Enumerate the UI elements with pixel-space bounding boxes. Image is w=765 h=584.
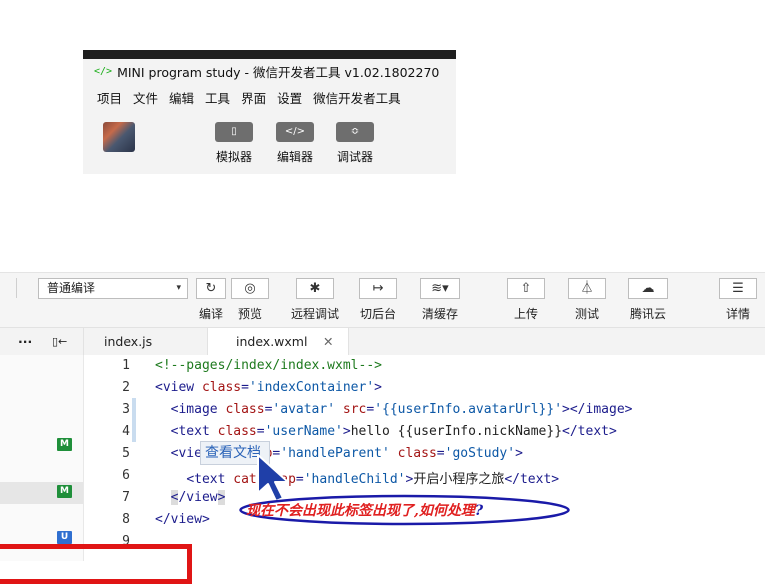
- upload-label: 上传: [513, 307, 538, 321]
- debugger-label: 调试器: [336, 150, 373, 164]
- line-number: 8: [122, 512, 130, 527]
- sliders-icon: ≎: [336, 122, 374, 142]
- tab-index-js[interactable]: index.js: [104, 328, 152, 355]
- remote-debug-button[interactable]: ✱: [296, 278, 334, 299]
- tab-index-wxml-label: index.wxml: [236, 334, 308, 349]
- git-change-gutter: [132, 398, 136, 442]
- line-number: 2: [122, 380, 130, 395]
- layers-icon: ≋▾: [431, 281, 449, 296]
- menu-settings[interactable]: 设置: [277, 88, 302, 107]
- collapse-sidebar-icon[interactable]: ▯←: [52, 328, 67, 355]
- menu-edit[interactable]: 编辑: [169, 88, 194, 107]
- chevron-down-icon: ▾: [176, 283, 181, 293]
- editor-label: 编辑器: [276, 150, 313, 164]
- menu-project[interactable]: 项目: [97, 88, 122, 107]
- details-label: 详情: [725, 307, 750, 321]
- avatar[interactable]: [103, 122, 135, 152]
- simulator-label: 模拟器: [215, 150, 252, 164]
- line-number: 7: [122, 490, 130, 505]
- untracked-badge: U: [57, 531, 72, 544]
- highlight-box: [0, 544, 192, 584]
- background-label: 切后台: [359, 307, 396, 321]
- modified-badge: M: [57, 485, 72, 498]
- clear-cache-label: 清缓存: [421, 307, 458, 321]
- close-icon[interactable]: ✕: [323, 328, 333, 355]
- tab-divider: [83, 328, 84, 355]
- code-line: <!--pages/index/index.wxml-->: [155, 358, 382, 373]
- menu-wechat-devtools[interactable]: 微信开发者工具: [313, 88, 401, 107]
- line-number: 4: [122, 424, 130, 439]
- bug-icon: ✱: [309, 281, 321, 296]
- more-icon[interactable]: ···: [18, 328, 32, 355]
- code-line: <text class='userName'>hello {{userInfo.…: [170, 424, 617, 439]
- code-line: <text catchtap='handleChild'>开启小程序之旅</te…: [186, 472, 560, 487]
- background-button[interactable]: ↦: [359, 278, 397, 299]
- menu-icon: ☰: [732, 281, 744, 296]
- clear-cache-button[interactable]: ≋▾: [420, 278, 460, 299]
- remote-debug-label: 远程调试: [290, 307, 339, 321]
- phone-icon: ▯: [215, 122, 253, 142]
- window-titlebar: </> MINI program study - 微信开发者工具 v1.02.1…: [83, 59, 456, 84]
- compile-mode-value: 普通编译: [47, 281, 96, 295]
- upload-button[interactable]: ⇧: [507, 278, 545, 299]
- simulator-toggle[interactable]: ▯ 模拟器: [206, 122, 262, 165]
- editor-tabs-bar: ··· ▯← index.js index.wxml ✕: [0, 327, 765, 356]
- details-button[interactable]: ☰: [719, 278, 757, 299]
- annotation-text: 现在不会出现此标签出现了,如何处理?: [246, 500, 483, 520]
- inset-screenshot: ── ─── ─ ─── ─── ─── ── ─── ── </> MINI …: [83, 50, 456, 174]
- line-number: 6: [122, 468, 130, 483]
- toolbar-divider: [16, 278, 17, 298]
- upload-icon: ⇧: [520, 281, 532, 296]
- code-line: <view class='indexContainer'>: [155, 380, 382, 395]
- compile-button[interactable]: ↻: [196, 278, 226, 299]
- window-cut-strip: ── ─── ─ ─── ─── ─── ── ─── ──: [83, 50, 456, 59]
- preview-button[interactable]: ◎: [231, 278, 269, 299]
- tooltip-label: 查看文档: [205, 445, 261, 461]
- tencent-cloud-button[interactable]: ☁: [628, 278, 668, 299]
- eye-icon: ◎: [244, 281, 256, 296]
- test-label: 测试: [574, 307, 599, 321]
- cloud-icon: ☁: [641, 281, 655, 296]
- menu-file[interactable]: 文件: [133, 88, 158, 107]
- line-number: 3: [122, 402, 130, 417]
- modified-badge: M: [57, 438, 72, 451]
- annotation-message: 现在不会出现此标签出现了,如何处理: [246, 503, 475, 519]
- test-button[interactable]: ⏃: [568, 278, 606, 299]
- menu-bar: 项目 文件 编辑 工具 界面 设置 微信开发者工具: [97, 88, 401, 107]
- code-line: <image class='avatar' src='{{userInfo.av…: [170, 402, 633, 417]
- debugger-toggle[interactable]: ≎ 调试器: [327, 122, 383, 165]
- line-number: 1: [122, 358, 130, 373]
- preview-label: 预览: [237, 307, 262, 321]
- menu-tools[interactable]: 工具: [205, 88, 230, 107]
- cut-title-text: ── ─── ─ ─── ─── ─── ── ─── ──: [89, 50, 232, 55]
- code-icon: </>: [94, 66, 113, 77]
- flask-icon: ⏃: [580, 281, 594, 296]
- arrow-right-bar-icon: ↦: [372, 281, 384, 296]
- code-icon: </>: [276, 122, 314, 142]
- line-number: 5: [122, 446, 130, 461]
- code-line: </view>: [170, 490, 226, 505]
- menu-view[interactable]: 界面: [241, 88, 266, 107]
- window-title: MINI program study - 微信开发者工具 v1.02.18022…: [117, 65, 440, 80]
- tencent-cloud-label: 腾讯云: [629, 307, 666, 321]
- toolbar: 普通编译 ▾ ↻ 编译 ◎ 预览 ✱ 远程调试 ↦ 切后台 ≋▾ 清缓存 ⇧ 上…: [0, 272, 765, 328]
- compile-label: 编译: [198, 307, 223, 321]
- code-editor[interactable]: 1 2 3 4 5 6 7 8 9 <!--pages/index/index.…: [84, 355, 765, 561]
- compile-mode-select[interactable]: 普通编译 ▾: [38, 278, 188, 299]
- tab-index-wxml[interactable]: index.wxml ✕: [207, 328, 349, 356]
- refresh-icon: ↻: [205, 281, 217, 296]
- code-line: </view>: [155, 512, 210, 527]
- annotation-question-mark: ?: [474, 503, 484, 519]
- editor-toggle[interactable]: </> 编辑器: [267, 122, 323, 165]
